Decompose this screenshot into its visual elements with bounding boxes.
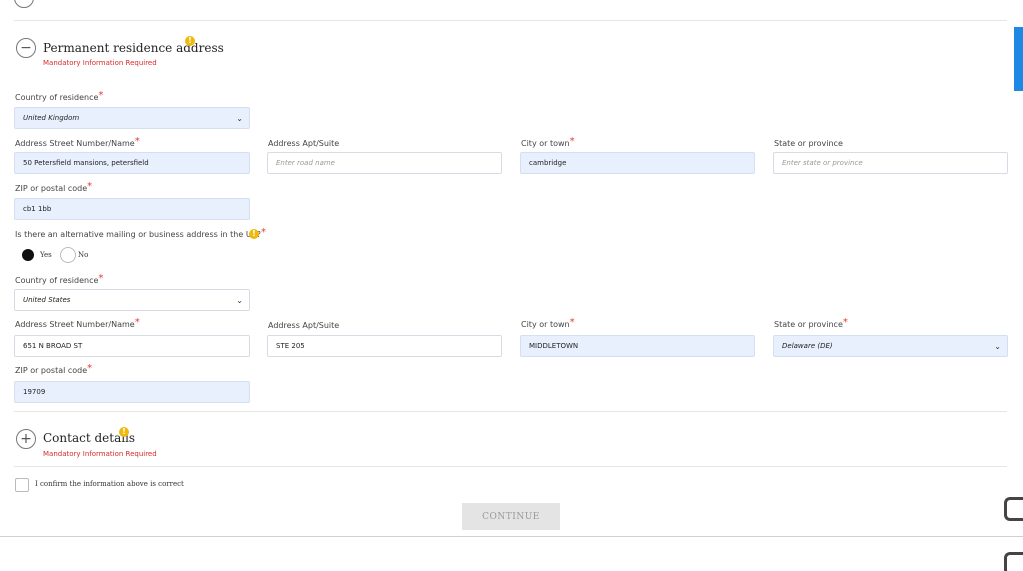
street-input[interactable]: 50 Petersfield mansions, petersfield bbox=[14, 152, 250, 174]
confirm-checkbox[interactable] bbox=[15, 478, 29, 492]
apt-input[interactable]: Enter road name bbox=[267, 152, 502, 174]
collapsed-section-toggle-icon[interactable] bbox=[14, 0, 34, 8]
alt-address-question: Is there an alternative mailing or busin… bbox=[15, 227, 267, 239]
street-label: Address Street Number/Name* bbox=[15, 136, 140, 148]
radio-yes-label: Yes bbox=[40, 251, 52, 259]
info-icon[interactable]: ! bbox=[185, 36, 195, 46]
side-widget-icon[interactable] bbox=[1004, 497, 1023, 521]
radio-no[interactable] bbox=[60, 247, 76, 263]
help-tab[interactable] bbox=[1014, 27, 1023, 91]
divider bbox=[14, 20, 1007, 21]
city-label: City or town* bbox=[521, 136, 575, 148]
state-select-alt-value: Delaware (DE) bbox=[782, 342, 833, 350]
divider bbox=[14, 466, 1007, 467]
city-input[interactable]: cambridge bbox=[520, 152, 755, 174]
country-label-alt: Country of residence* bbox=[15, 273, 104, 285]
state-label-alt: State or province* bbox=[774, 317, 848, 329]
zip-input[interactable]: cb1 1bb bbox=[14, 198, 250, 220]
country-select[interactable]: United Kingdom ⌄ bbox=[14, 107, 250, 129]
apt-label: Address Apt/Suite bbox=[268, 139, 340, 148]
mandatory-notice: Mandatory Information Required bbox=[43, 450, 157, 458]
divider bbox=[14, 411, 1007, 412]
street-label-alt: Address Street Number/Name* bbox=[15, 317, 140, 329]
zip-label: ZIP or postal code* bbox=[15, 181, 93, 193]
chevron-down-icon: ⌄ bbox=[236, 295, 243, 305]
side-widget-icon[interactable] bbox=[1004, 552, 1023, 571]
zip-input-alt[interactable]: 19709 bbox=[14, 381, 250, 403]
state-select-alt[interactable]: Delaware (DE) ⌄ bbox=[773, 335, 1008, 357]
street-input-alt[interactable]: 651 N BROAD ST bbox=[14, 335, 250, 357]
footer-divider bbox=[0, 536, 1023, 537]
state-input[interactable]: Enter state or province bbox=[773, 152, 1008, 174]
confirm-label: I confirm the information above is corre… bbox=[35, 480, 184, 488]
city-input-alt[interactable]: MIDDLETOWN bbox=[520, 335, 755, 357]
chevron-down-icon: ⌄ bbox=[994, 341, 1001, 351]
chevron-down-icon: ⌄ bbox=[236, 113, 243, 123]
city-label-alt: City or town* bbox=[521, 317, 575, 329]
state-label: State or province bbox=[774, 139, 843, 148]
country-select-value: United Kingdom bbox=[23, 114, 80, 122]
country-select-alt-value: United States bbox=[23, 296, 71, 304]
expand-icon[interactable]: + bbox=[16, 429, 36, 449]
country-select-alt[interactable]: United States ⌄ bbox=[14, 289, 250, 311]
apt-label-alt: Address Apt/Suite bbox=[268, 321, 340, 330]
zip-label-alt: ZIP or postal code* bbox=[15, 363, 93, 375]
radio-yes[interactable] bbox=[22, 249, 34, 261]
continue-button[interactable]: CONTINUE bbox=[462, 503, 560, 530]
radio-no-label: No bbox=[78, 251, 89, 259]
apt-input-alt[interactable]: STE 205 bbox=[267, 335, 502, 357]
collapse-icon[interactable]: − bbox=[16, 38, 36, 58]
country-label: Country of residence* bbox=[15, 90, 104, 102]
info-icon[interactable]: ! bbox=[119, 427, 129, 437]
info-icon[interactable]: ! bbox=[249, 229, 259, 239]
mandatory-notice: Mandatory Information Required bbox=[43, 59, 157, 67]
section-title-permanent-address: Permanent residence address bbox=[43, 41, 224, 55]
